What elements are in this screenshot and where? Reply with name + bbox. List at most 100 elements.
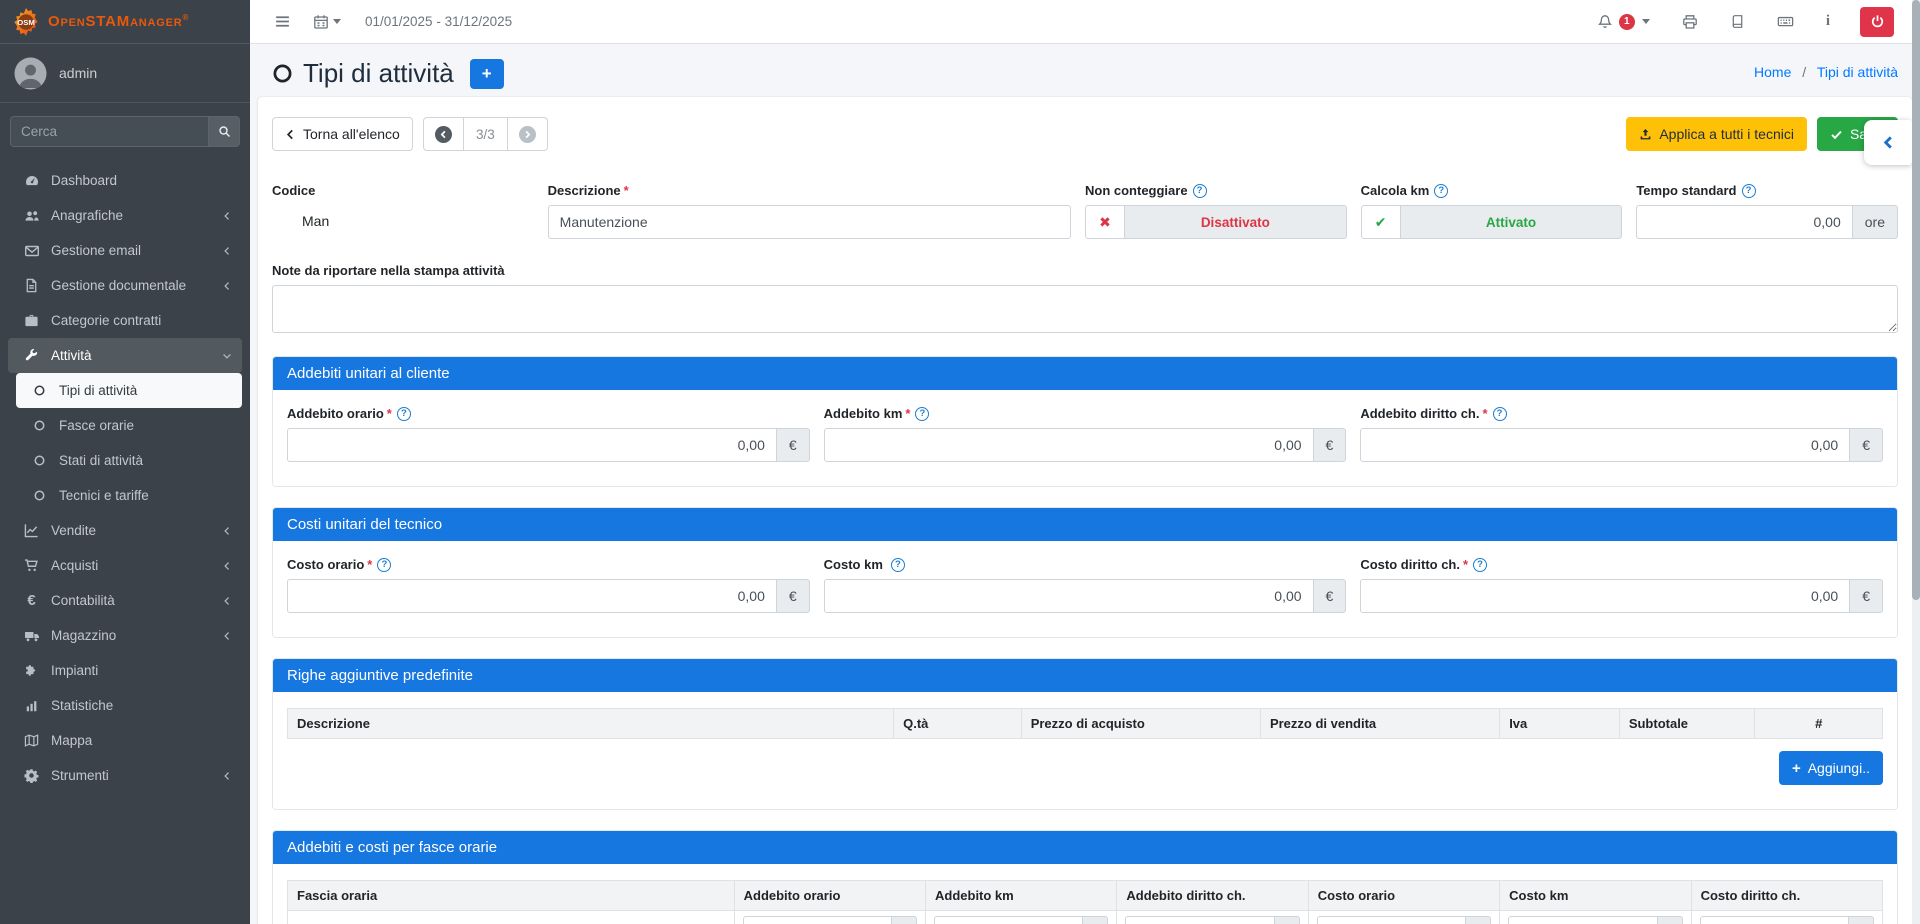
shortcuts-button[interactable] bbox=[1773, 9, 1798, 34]
descrizione-input[interactable] bbox=[548, 205, 1071, 239]
sidebar-item-gestione-documentale[interactable]: Gestione documentale bbox=[8, 268, 242, 303]
avatar[interactable] bbox=[14, 57, 47, 90]
sidebar-item-impianti[interactable]: Impianti bbox=[8, 653, 242, 688]
sidebar-subitem-fasce-orarie[interactable]: Fasce orarie bbox=[16, 408, 242, 443]
panel-toggle-button[interactable] bbox=[1864, 120, 1912, 165]
help-icon[interactable]: ? bbox=[1473, 558, 1487, 572]
main-form-row: Codice Man Descrizione* Non conteggiare?… bbox=[272, 183, 1898, 239]
breadcrumb-current-link[interactable]: Tipi di attività bbox=[1817, 64, 1898, 80]
record-pager: 3/3 bbox=[423, 117, 548, 151]
info-button[interactable]: i bbox=[1822, 9, 1834, 34]
required-asterisk: * bbox=[905, 406, 910, 421]
costo-km-input[interactable] bbox=[824, 579, 1314, 613]
caret-down-icon bbox=[1642, 19, 1650, 24]
brand-link[interactable]: OSM OpenSTAManager® bbox=[0, 0, 250, 44]
sidebar-subitem-tipi-di-attivita[interactable]: Tipi di attività bbox=[16, 373, 242, 408]
sidebar-item-vendite[interactable]: Vendite bbox=[8, 513, 242, 548]
scrollbar-thumb[interactable] bbox=[1912, 0, 1920, 600]
notifications-button[interactable]: 1 bbox=[1593, 10, 1654, 34]
sidebar-item-strumenti[interactable]: Strumenti bbox=[8, 758, 242, 793]
addebito-orario-input[interactable] bbox=[287, 428, 777, 462]
add-record-button[interactable]: + bbox=[470, 59, 504, 89]
sidebar-item-magazzino[interactable]: Magazzino bbox=[8, 618, 242, 653]
arrow-circle-right-icon bbox=[519, 126, 536, 143]
tempo-standard-input[interactable] bbox=[1636, 205, 1852, 239]
column-header: Addebito diritto ch. bbox=[1117, 881, 1308, 911]
calendar-button[interactable] bbox=[309, 10, 345, 34]
user-name[interactable]: admin bbox=[59, 65, 97, 81]
back-to-list-button[interactable]: Torna all'elenco bbox=[272, 117, 413, 151]
briefcase-icon bbox=[22, 313, 41, 328]
add-riga-button[interactable]: + Aggiungi.. bbox=[1779, 751, 1883, 785]
non-conteggiare-toggle[interactable]: ✖ Disattivato bbox=[1085, 205, 1347, 239]
sidebar-item-attivita[interactable]: Attività bbox=[8, 338, 242, 373]
fascia-costo-diritto-input[interactable] bbox=[1700, 916, 1849, 924]
sidebar-item-mappa[interactable]: Mappa bbox=[8, 723, 242, 758]
calcola-km-toggle[interactable]: ✔ Attivato bbox=[1361, 205, 1623, 239]
fascia-addebito-orario-input[interactable] bbox=[743, 916, 892, 924]
sidebar-item-label: Acquisti bbox=[51, 558, 212, 573]
apply-to-all-technicians-button[interactable]: Applica a tutti i tecnici bbox=[1626, 117, 1807, 151]
chevron-left-icon bbox=[222, 246, 232, 256]
addebito-km-input[interactable] bbox=[824, 428, 1314, 462]
sidebar-item-contabilita[interactable]: € Contabilità bbox=[8, 583, 242, 618]
sidebar-item-anagrafiche[interactable]: Anagrafiche bbox=[8, 198, 242, 233]
print-button[interactable] bbox=[1678, 10, 1702, 34]
check-icon bbox=[1830, 128, 1843, 141]
fascia-addebito-diritto-input[interactable] bbox=[1125, 916, 1274, 924]
breadcrumb-home-link[interactable]: Home bbox=[1754, 64, 1791, 80]
fascia-addebito-km-input[interactable] bbox=[934, 916, 1083, 924]
euro-addon: € bbox=[777, 428, 810, 462]
sidebar-subitem-tecnici-e-tariffe[interactable]: Tecnici e tariffe bbox=[16, 478, 242, 513]
sidebar-item-dashboard[interactable]: Dashboard bbox=[8, 163, 242, 198]
tempo-standard-field: Tempo standard? ore bbox=[1636, 183, 1898, 239]
euro-addon bbox=[1275, 916, 1300, 924]
help-icon[interactable]: ? bbox=[377, 558, 391, 572]
sidebar-item-label: Tipi di attività bbox=[59, 383, 232, 398]
fascia-costo-orario-input[interactable] bbox=[1317, 916, 1466, 924]
help-icon[interactable]: ? bbox=[915, 407, 929, 421]
help-icon[interactable]: ? bbox=[1434, 184, 1448, 198]
addebito-diritto-input[interactable] bbox=[1360, 428, 1850, 462]
addebito-diritto-label: Addebito diritto ch.*? bbox=[1360, 406, 1883, 421]
scrollbar[interactable] bbox=[1912, 0, 1920, 924]
printer-icon bbox=[1682, 14, 1698, 30]
section-righe-aggiuntive: Righe aggiuntive predefinite Descrizione… bbox=[272, 658, 1898, 810]
fascia-costo-km-input[interactable] bbox=[1508, 916, 1657, 924]
addebito-km-label: Addebito km*? bbox=[824, 406, 1347, 421]
x-icon: ✖ bbox=[1085, 205, 1125, 239]
search-input[interactable] bbox=[10, 116, 208, 147]
search-button[interactable] bbox=[208, 116, 240, 147]
note-textarea[interactable] bbox=[272, 285, 1898, 333]
wrench-icon bbox=[22, 348, 41, 363]
record-card: Torna all'elenco 3/3 Applica a tutti i t… bbox=[258, 97, 1912, 924]
tempo-standard-label: Tempo standard? bbox=[1636, 183, 1898, 198]
codice-field: Codice Man bbox=[272, 183, 534, 239]
chevron-down-icon bbox=[222, 351, 232, 361]
logout-button[interactable] bbox=[1860, 7, 1894, 37]
sidebar-subitem-stati-di-attivita[interactable]: Stati di attività bbox=[16, 443, 242, 478]
help-icon[interactable]: ? bbox=[1193, 184, 1207, 198]
sidebar-toggle-button[interactable] bbox=[270, 9, 295, 34]
docs-button[interactable] bbox=[1726, 10, 1749, 33]
sidebar-item-acquisti[interactable]: Acquisti bbox=[8, 548, 242, 583]
next-record-button[interactable] bbox=[508, 117, 548, 151]
costo-diritto-input[interactable] bbox=[1360, 579, 1850, 613]
previous-record-button[interactable] bbox=[423, 117, 464, 151]
sidebar-item-label: Anagrafiche bbox=[51, 208, 212, 223]
costo-diritto-field: Costo diritto ch.*? € bbox=[1360, 557, 1883, 613]
costo-orario-input[interactable] bbox=[287, 579, 777, 613]
euro-addon: € bbox=[1314, 428, 1347, 462]
help-icon[interactable]: ? bbox=[891, 558, 905, 572]
sidebar-item-categorie-contratti[interactable]: Categorie contratti bbox=[8, 303, 242, 338]
help-icon[interactable]: ? bbox=[1493, 407, 1507, 421]
sidebar-item-gestione-email[interactable]: Gestione email bbox=[8, 233, 242, 268]
help-icon[interactable]: ? bbox=[1742, 184, 1756, 198]
sidebar-item-label: Strumenti bbox=[51, 768, 212, 783]
chevron-left-icon bbox=[222, 631, 232, 641]
date-range-label[interactable]: 01/01/2025 - 31/12/2025 bbox=[365, 14, 512, 29]
sidebar-item-label: Vendite bbox=[51, 523, 212, 538]
envelope-icon bbox=[22, 243, 41, 259]
help-icon[interactable]: ? bbox=[397, 407, 411, 421]
sidebar-item-statistiche[interactable]: Statistiche bbox=[8, 688, 242, 723]
